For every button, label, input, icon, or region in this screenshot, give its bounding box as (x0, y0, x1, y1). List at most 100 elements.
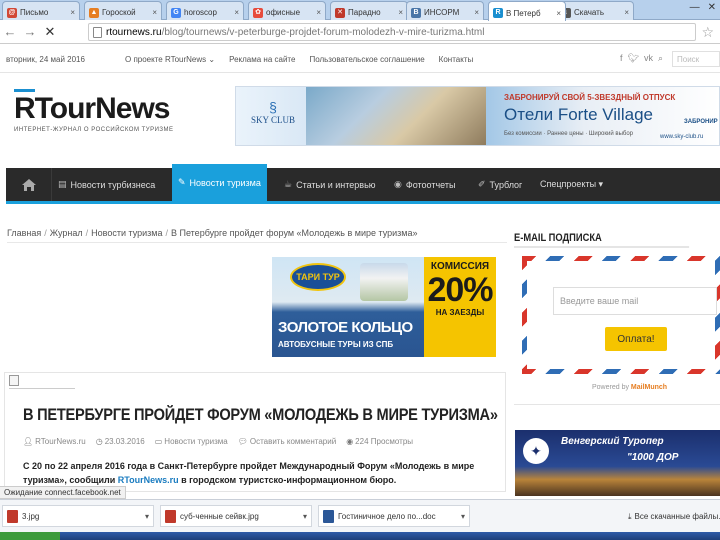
all-downloads-link[interactable]: ⤓ Все скачанные файлы... (628, 512, 720, 522)
meta-views: ◉ 224 Просмотры (346, 437, 414, 446)
site-logo[interactable]: RTourNews ИНТЕРНЕТ-ЖУРНАЛ О РОССИЙСКОМ Т… (14, 89, 174, 133)
golden-ring-ad-image: ТАРИ ТУР ЗОЛОТОЕ КОЛЬЦО АВТОБУСНЫЕ ТУРЫ … (272, 257, 424, 357)
browser-tabstrip: @ Письмо × ▲ Гороской × Ghoroscop × ✿ офисные × ✕ Па… (0, 0, 720, 21)
browser-tab[interactable]: RВ Петерб × (488, 1, 566, 21)
subscribe-button[interactable]: Оплата! (605, 327, 667, 351)
nav-item[interactable]: ✎ Новости туризма (172, 164, 267, 201)
eye-icon: ◉ (346, 437, 354, 446)
download-menu-chevron-icon[interactable]: ▾ (145, 512, 149, 521)
top-menu-advertising[interactable]: Реклама на сайте (229, 55, 295, 64)
hungarian-tour-ad[interactable]: ✦ Венгерский Туропер "1000 ДОР (515, 430, 720, 496)
start-button[interactable] (0, 532, 60, 540)
download-item[interactable]: суб-ченные сейвк.jpg ▾ (160, 505, 312, 527)
golden-ring-ad[interactable]: ТАРИ ТУР ЗОЛОТОЕ КОЛЬЦО АВТОБУСНЫЕ ТУРЫ … (272, 257, 496, 357)
download-item[interactable]: Гостиничное дело по...doc ▾ (318, 505, 470, 527)
minimize-icon[interactable]: — (690, 2, 700, 13)
tab-title: Письмо (20, 8, 49, 17)
email-form: Введите ваше mail Оплата! (527, 261, 717, 369)
back-arrow-icon[interactable]: ← (0, 24, 20, 39)
tab-favicon-icon: ✿ (253, 7, 263, 18)
article-card: В ПЕТЕРБУРГЕ ПРОЙДЕТ ФОРУМ «МОЛОДЕЖЬ В М… (4, 372, 506, 492)
tari-tour-logo: ТАРИ ТУР (290, 263, 346, 291)
tab-close-icon[interactable]: × (474, 8, 479, 17)
top-menu-contacts[interactable]: Контакты (439, 55, 474, 64)
window-controls: — ✕ (690, 2, 716, 13)
mailmunch-link[interactable]: MailMunch (631, 384, 667, 391)
os-taskbar (0, 532, 720, 540)
rtournews-link[interactable]: RTourNews.ru (118, 475, 179, 485)
tab-close-icon[interactable]: × (556, 9, 561, 18)
tab-close-icon[interactable]: × (624, 8, 629, 17)
browser-tab[interactable]: ↓ Скачать × (556, 1, 634, 20)
ad-bus-tours-text: АВТОБУСНЫЕ ТУРЫ ИЗ СПБ (278, 340, 394, 349)
broken-image-icon (9, 375, 19, 386)
close-window-icon[interactable]: ✕ (708, 2, 716, 13)
nav-item-label: Турблог (489, 179, 523, 190)
breadcrumb-home[interactable]: Главная (7, 228, 41, 238)
tab-title: В Петерб (506, 8, 541, 18)
breadcrumb-category[interactable]: Новости туризма (91, 228, 162, 238)
top-menu-about[interactable]: О проекте RTourNews ⌄ (125, 55, 215, 64)
site-search-input[interactable]: Поиск (672, 51, 720, 67)
tab-close-icon[interactable]: × (70, 8, 75, 17)
nav-item[interactable]: ✐ Турблог (472, 168, 528, 201)
download-menu-chevron-icon[interactable]: ▾ (461, 512, 465, 521)
browser-tab[interactable]: ▲ Гороской × (84, 1, 162, 20)
twitter-icon[interactable]: 🐦︎ (628, 53, 639, 64)
banner-headline: ЗАБРОНИРУЙ СВОЙ 5-ЗВЕЗДНЫЙ ОТПУСК (504, 93, 676, 102)
search-icon[interactable]: ⌕ (658, 53, 663, 64)
download-filename: Гостиничное дело по...doc (338, 511, 436, 521)
tab-favicon-icon: @ (7, 7, 17, 18)
breadcrumb: Главная / Журнал / Новости туризма / В Петербу… (7, 228, 507, 243)
compass-icon: ✦ (523, 438, 549, 464)
nav-item-icon: ◉ (394, 179, 402, 189)
tab-favicon-icon: ▲ (89, 7, 99, 18)
top-menu: О проекте RTourNews ⌄ Реклама на сайте П… (125, 55, 473, 64)
browser-tab[interactable]: Ghoroscop × (166, 1, 244, 20)
email-input[interactable]: Введите ваше mail (553, 287, 717, 315)
comments-icon: 💬︎ (237, 437, 248, 446)
logo-wordmark: RTourNews (14, 89, 174, 126)
home-icon (21, 178, 36, 191)
nav-item-label: Статьи и интервью (296, 179, 376, 190)
tab-close-icon[interactable]: × (316, 8, 321, 17)
article-lead: С 20 по 22 апреля 2016 года в Санкт-Пете… (23, 461, 475, 485)
status-bubble: Ожидание connect.facebook.net (0, 486, 126, 499)
nav-item[interactable]: Спецпроекты ▾ (534, 168, 609, 201)
download-menu-chevron-icon[interactable]: ▾ (303, 512, 307, 521)
nav-item[interactable]: ◉ Фотоотчеты (388, 168, 461, 201)
url-input[interactable]: rtournews.ru/blog/tournews/v-peterburge-… (88, 23, 696, 41)
nav-item-icon: ✐ (478, 179, 486, 189)
tab-close-icon[interactable]: × (152, 8, 157, 17)
tab-close-icon[interactable]: × (398, 8, 403, 17)
banner-title: Отели Forte Village (504, 105, 653, 124)
facebook-icon[interactable]: f (620, 53, 623, 64)
meta-category[interactable]: ▭ Новости туризма (155, 437, 228, 446)
top-menu-agreement[interactable]: Пользовательское соглашение (309, 55, 424, 64)
download-item[interactable]: 3.jpg ▾ (2, 505, 154, 527)
browser-tab[interactable]: @ Письмо × (2, 1, 80, 20)
browser-tab[interactable]: ✿ офисные × (248, 1, 326, 20)
tab-close-icon[interactable]: × (234, 8, 239, 17)
tab-title: Скачать (574, 8, 604, 17)
side-ad-line2: "1000 ДОР (627, 452, 679, 463)
browser-tab[interactable]: ✕ Парадно × (330, 1, 408, 20)
meta-comments[interactable]: 💬︎ Оставить комментарий (238, 437, 337, 446)
nav-item-icon: ☕ (284, 179, 293, 189)
meta-author[interactable]: 👤︎ RTourNews.ru (23, 437, 86, 446)
nav-item-icon: ✎ (178, 177, 186, 187)
nav-item[interactable]: ▤ Новости турбизнеса (52, 168, 161, 201)
browser-tab[interactable]: В ИНСОРМ × (406, 1, 484, 20)
forward-arrow-icon[interactable]: → (20, 24, 40, 39)
bookmark-star-icon[interactable]: ☆ (701, 24, 714, 41)
stop-loading-icon[interactable]: ✕ (40, 24, 60, 40)
nav-home-button[interactable] (6, 168, 52, 201)
email-subscription-box: Введите ваше mail Оплата! (522, 256, 720, 374)
breadcrumb-current: В Петербурге пройдет форум «Молодежь в м… (170, 228, 418, 238)
user-icon: 👤︎ (23, 437, 34, 446)
top-banner-ad[interactable]: § SKY CLUB ЗАБРОНИРУЙ СВОЙ 5-ЗВЕЗДНЫЙ ОТ… (235, 86, 720, 146)
vk-icon[interactable]: vk (644, 53, 653, 64)
breadcrumb-journal[interactable]: Журнал (50, 228, 83, 238)
nav-item[interactable]: ☕ Статьи и интервью (278, 168, 382, 201)
social-links: f 🐦︎ vk ⌕ (620, 53, 663, 64)
